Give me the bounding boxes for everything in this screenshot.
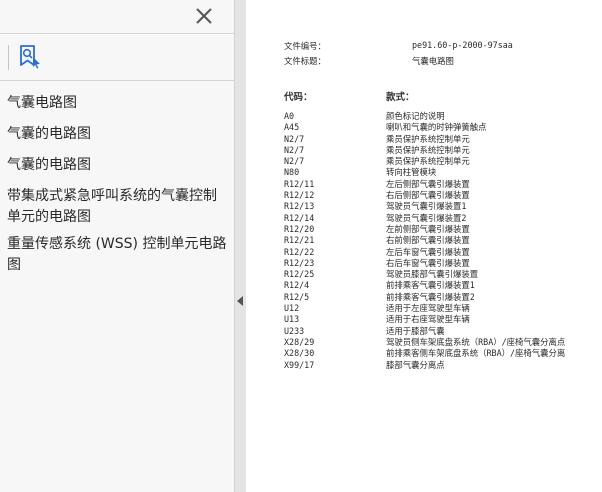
legend-description: 左前侧部气囊引爆装置 (386, 223, 470, 234)
legend-code: R12/4 (284, 280, 310, 291)
legend-code: R12/14 (284, 212, 315, 223)
legend-code: R12/13 (284, 201, 315, 212)
legend-description: 乘员保护系统控制单元 (386, 133, 470, 144)
outline-item[interactable]: 气囊的电路图 (7, 155, 227, 176)
legend-description: 驾驶员膝部气囊引爆装置 (386, 269, 479, 280)
legend-list: A0 颜色标记的说明 A45 喇叭和气囊的时钟弹簧触点 N2/7 乘员保护系统控制单元 N2… (284, 111, 602, 371)
toolbar-divider-bottom (0, 80, 234, 81)
legend-description: 乘员保护系统控制单元 (386, 156, 470, 167)
legend-code: U233 (284, 325, 305, 336)
legend-description: 右后侧部气囊引爆装置 (386, 190, 470, 201)
legend-code: A45 (284, 122, 300, 133)
legend-description: 适用于右座驾驶型车辆 (386, 314, 470, 325)
legend-code: R12/20 (284, 223, 315, 234)
legend-code: N2/7 (284, 156, 305, 167)
file-number-value: pe91.60-p-2000-97saa (412, 40, 513, 50)
document-page: 文件编号： pe91.60-p-2000-97saa 文件标题： 气囊电路图 代… (246, 0, 602, 492)
legend-description: 乘员保护系统控制单元 (386, 144, 470, 155)
legend-row: A45 喇叭和气囊的时钟弹簧触点 (284, 122, 602, 133)
legend-code: R12/23 (284, 257, 315, 268)
bookmark-outline: 气囊电路图气囊的电路图 气囊的电路图带集成式紧急呼叫系统的气囊控制单元的电路图 重量… (7, 93, 227, 276)
legend-code: U13 (284, 314, 300, 325)
legend-description: 前排乘客侧车架底盘系统（RBA）/座椅气囊分离 (386, 348, 566, 359)
legend-code: X28/30 (284, 348, 315, 359)
legend-description: 驾驶员气囊引爆装置2 (386, 212, 467, 223)
legend-row: U13 适用于右座驾驶型车辆 (284, 314, 602, 325)
file-title-label: 文件标题： (284, 56, 326, 66)
outline-item[interactable]: 气囊电路图 (7, 93, 227, 114)
legend-description: 右前侧部气囊引爆装置 (386, 235, 470, 246)
legend-row: U233 适用于膝部气囊 (284, 326, 602, 337)
legend-row: X28/30 前排乘客侧车架底盘系统（RBA）/座椅气囊分离 (284, 348, 602, 359)
legend-code: U12 (284, 303, 300, 314)
legend-description: 前排乘客气囊引爆装置2 (386, 291, 475, 302)
legend-row: R12/14 驾驶员气囊引爆装置2 (284, 213, 602, 224)
outline-item[interactable]: 气囊的电路图 (7, 124, 227, 145)
bookmark-search-button[interactable] (18, 44, 42, 70)
legend-row: X99/17 膝部气囊分离点 (284, 360, 602, 371)
legend-description: 转向柱管模块 (386, 167, 437, 178)
legend-row: R12/23 右后车窗气囊引爆装置 (284, 258, 602, 269)
legend-code: R12/5 (284, 291, 310, 302)
legend-row: R12/20 左前侧部气囊引爆装置 (284, 224, 602, 235)
legend-code: X99/17 (284, 359, 315, 370)
legend-row: R12/25 驾驶员膝部气囊引爆装置 (284, 269, 602, 280)
legend-row: R12/12 右后侧部气囊引爆装置 (284, 190, 602, 201)
legend-code: R12/12 (284, 190, 315, 201)
legend-row: R12/5 前排乘客气囊引爆装置2 (284, 292, 602, 303)
legend-code: X28/29 (284, 336, 315, 347)
legend-description: 驾驶员气囊引爆装置1 (386, 201, 467, 212)
file-title-value: 气囊电路图 (412, 56, 454, 66)
legend-row: A0 颜色标记的说明 (284, 111, 602, 122)
legend-row: N2/7 乘员保护系统控制单元 (284, 156, 602, 167)
legend-row: R12/13 驾驶员气囊引爆装置1 (284, 201, 602, 212)
legend-description: 适用于膝部气囊 (386, 325, 445, 336)
collapse-left-icon[interactable] (237, 296, 243, 306)
legend-row: R12/21 右前侧部气囊引爆装置 (284, 235, 602, 246)
legend-code: R12/21 (284, 235, 315, 246)
bookmark-search-icon (20, 45, 40, 69)
legend-description: 左后侧部气囊引爆装置 (386, 178, 470, 189)
legend-code: R12/25 (284, 269, 315, 280)
legend-row: X28/29 驾驶员侧车架底盘系统（RBA）/座椅气囊分离点 (284, 337, 602, 348)
legend-description: 左后车窗气囊引爆装置 (386, 246, 470, 257)
legend-code: N80 (284, 167, 300, 178)
legend-code: R12/11 (284, 178, 315, 189)
legend-row: R12/11 左后侧部气囊引爆装置 (284, 179, 602, 190)
sidebar-splitter[interactable] (234, 0, 246, 492)
toolbar-separator (8, 45, 9, 70)
legend-description: 前排乘客气囊引爆装置1 (386, 280, 475, 291)
file-number-label: 文件编号： (284, 41, 326, 51)
outline-item[interactable]: 带集成式紧急呼叫系统的气囊控制单元的电路图 (7, 186, 227, 228)
legend-row: N2/7 乘员保护系统控制单元 (284, 145, 602, 156)
toolbar-divider (0, 33, 234, 34)
legend-code: A0 (284, 111, 295, 121)
legend-code: N2/7 (284, 144, 305, 155)
legend-row: R12/22 左后车窗气囊引爆装置 (284, 247, 602, 258)
close-sidebar-button[interactable] (193, 5, 215, 27)
legend-description: 膝部气囊分离点 (386, 359, 445, 370)
close-icon (196, 8, 212, 24)
legend-row: U12 适用于左座驾驶型车辆 (284, 303, 602, 314)
legend-row: N2/7 乘员保护系统控制单元 (284, 134, 602, 145)
legend-description: 驾驶员侧车架底盘系统（RBA）/座椅气囊分离点 (386, 336, 566, 347)
description-header: 款式： (386, 92, 415, 103)
legend-code: R12/22 (284, 246, 315, 257)
outline-item[interactable]: 重量传感系统 (WSS) 控制单元电路图 (7, 234, 227, 276)
legend-description: 喇叭和气囊的时钟弹簧触点 (386, 122, 487, 133)
legend-row: R12/4 前排乘客气囊引爆装置1 (284, 280, 602, 291)
legend-row: N80 转向柱管模块 (284, 167, 602, 178)
code-header: 代码： (284, 92, 313, 103)
legend-description: 右后车窗气囊引爆装置 (386, 257, 470, 268)
legend-code: N2/7 (284, 133, 305, 144)
legend-description: 颜色标记的说明 (386, 111, 445, 121)
navigation-sidebar: 气囊电路图气囊的电路图 气囊的电路图带集成式紧急呼叫系统的气囊控制单元的电路图 重量… (0, 0, 234, 492)
legend-description: 适用于左座驾驶型车辆 (386, 303, 470, 314)
